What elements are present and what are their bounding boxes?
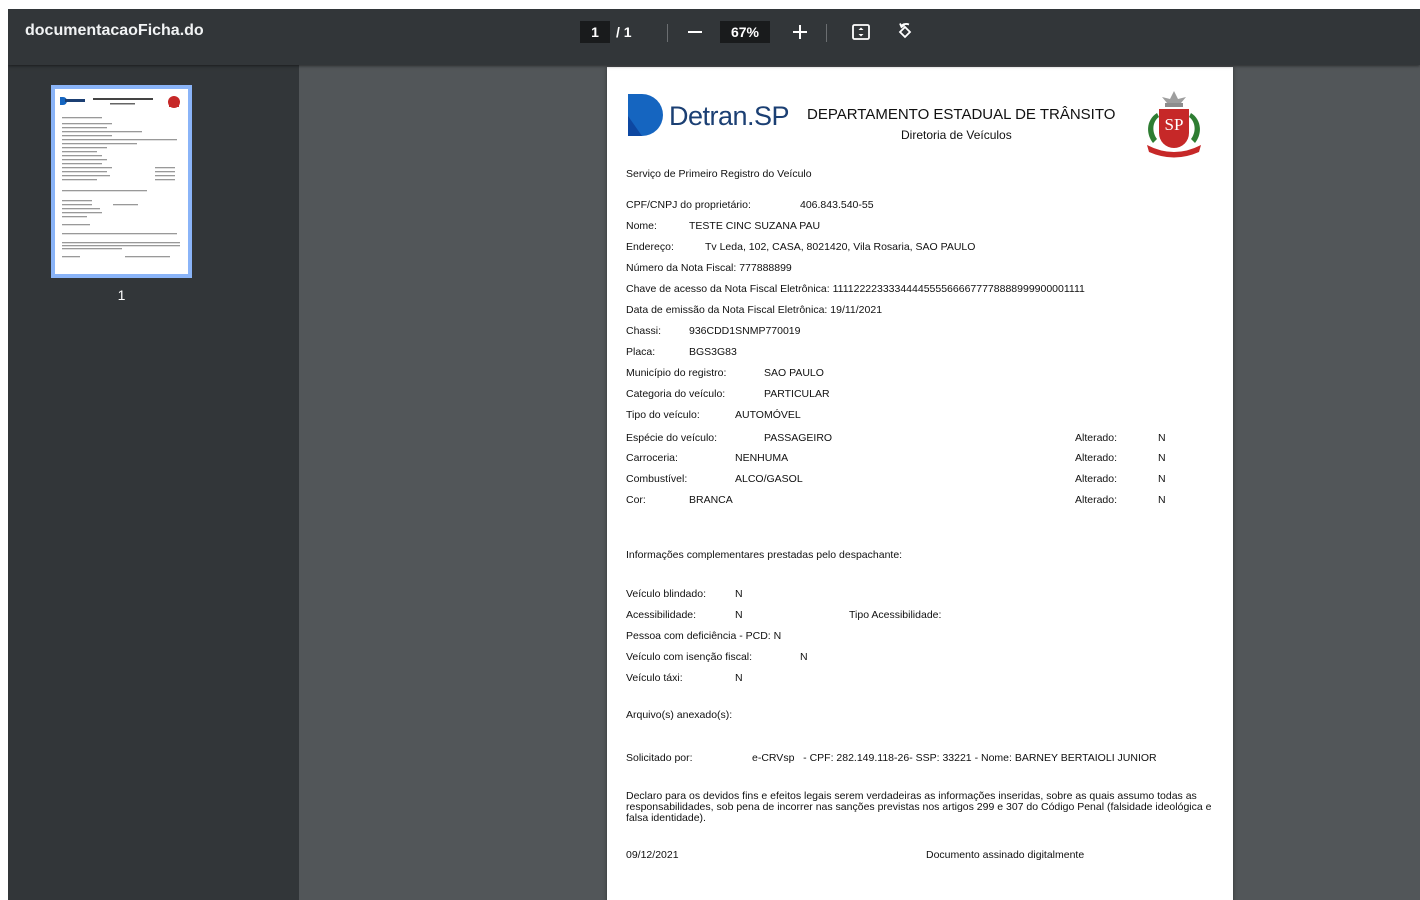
detran-logo-icon [628, 94, 663, 136]
digital-signature-note: Documento assinado digitalmente [926, 849, 1085, 861]
thumbnail-preview-icon [60, 96, 180, 258]
nome-value: TESTE CINC SUZANA PAU [689, 220, 821, 232]
document-title: documentacaoFicha.do [25, 22, 204, 39]
service-title: Serviço de Primeiro Registro do Veículo [626, 168, 812, 180]
alterado-label: Alterado: [1075, 494, 1118, 506]
toolbar-divider [826, 24, 827, 42]
taxi-value: N [735, 672, 743, 684]
zoom-out-button[interactable] [680, 17, 710, 47]
especie-value: PASSAGEIRO [764, 432, 833, 444]
requested-by-label: Solicitado por: [626, 752, 693, 764]
cpf-value: 406.843.540-55 [800, 199, 874, 211]
endereco-value: Tv Leda, 102, CASA, 8021420, Vila Rosari… [705, 241, 976, 253]
page-count: / 1 [616, 21, 632, 43]
municipio-value: SAO PAULO [764, 367, 824, 379]
sp-coat-of-arms-icon: SP [1147, 91, 1201, 158]
alterado-value: N [1158, 452, 1166, 464]
isencao-label: Veículo com isenção fiscal: [626, 651, 753, 663]
chassi-value: 936CDD1SNMP770019 [689, 325, 801, 337]
access-key: Chave de acesso da Nota Fiscal Eletrônic… [626, 283, 1085, 295]
tipo-value: AUTOMÓVEL [735, 409, 801, 421]
fit-page-icon [852, 24, 870, 40]
thumbnail-page-number: 1 [117, 287, 126, 303]
placa-label: Placa: [626, 346, 656, 358]
info-section-title: Informações complementares prestadas pel… [626, 549, 903, 561]
acessibilidade-value: N [735, 609, 743, 621]
cor-value: BRANCA [689, 494, 733, 506]
toolbar-divider [667, 24, 668, 42]
zoom-level-input[interactable]: 67% [720, 21, 770, 43]
page-number-input[interactable]: 1 [580, 21, 610, 43]
cpf-label: CPF/CNPJ do proprietário: [626, 199, 751, 211]
department-title: DEPARTAMENTO ESTADUAL DE TRÂNSITO [807, 106, 1116, 123]
viewer-toolbar: documentacaoFicha.do 1 / 1 67% [8, 9, 1420, 65]
alterado-label: Alterado: [1075, 452, 1118, 464]
directorate-subtitle: Diretoria de Veículos [901, 128, 1012, 142]
blindado-value: N [735, 588, 743, 600]
pdf-viewer-window: documentacaoFicha.do 1 / 1 67% 1 Detran.… [8, 9, 1420, 900]
alterado-value: N [1158, 432, 1166, 444]
rotate-button[interactable] [890, 17, 920, 47]
rotate-icon [898, 23, 912, 39]
isencao-value: N [800, 651, 808, 663]
issue-date: Data de emissão da Nota Fiscal Eletrônic… [626, 304, 883, 316]
tipo-label: Tipo do veículo: [626, 409, 700, 421]
especie-label: Espécie do veículo: [626, 432, 718, 444]
seal-text: SP [1165, 115, 1184, 134]
total-pages: 1 [623, 24, 632, 40]
nota-fiscal-number: Número da Nota Fiscal: 777888899 [626, 262, 792, 274]
placa-value: BGS3G83 [689, 346, 737, 358]
categoria-value: PARTICULAR [764, 388, 830, 400]
zoom-in-button[interactable] [785, 17, 815, 47]
cor-label: Cor: [626, 494, 646, 506]
legal-declaration: Declaro para os devidos fins e efeitos l… [626, 790, 1212, 824]
thumbnail-page-preview [55, 89, 188, 274]
pcd-line: Pessoa com deficiência - PCD: N [626, 630, 782, 642]
signature-date: 09/12/2021 [626, 849, 679, 861]
brand-name: Detran [669, 101, 748, 131]
thumbnail-sidebar: 1 [8, 65, 299, 900]
requested-by-value: e-CRVsp - CPF: 282.149.118-26- SSP: 3322… [752, 752, 1157, 764]
alterado-value: N [1158, 494, 1166, 506]
detran-logo: Detran.SP [669, 101, 790, 132]
taxi-label: Veículo táxi: [626, 672, 683, 684]
alterado-label: Alterado: [1075, 473, 1118, 485]
minus-icon [688, 31, 702, 33]
plus-icon [793, 25, 807, 39]
fit-page-button[interactable] [846, 17, 876, 47]
carroceria-label: Carroceria: [626, 452, 678, 464]
municipio-label: Município do registro: [626, 367, 727, 379]
carroceria-value: NENHUMA [735, 452, 789, 464]
nome-label: Nome: [626, 220, 657, 232]
pdf-page: Detran.SP DEPARTAMENTO ESTADUAL DE TRÂNS… [607, 67, 1233, 900]
page-separator: / [616, 24, 620, 40]
endereco-label: Endereço: [626, 241, 674, 253]
attachments-label: Arquivo(s) anexado(s): [626, 709, 733, 721]
categoria-label: Categoria do veículo: [626, 388, 726, 400]
document-viewer[interactable]: Detran.SP DEPARTAMENTO ESTADUAL DE TRÂNS… [299, 65, 1420, 900]
tipo-acessibilidade-label: Tipo Acessibilidade: [849, 609, 942, 621]
alterado-value: N [1158, 473, 1166, 485]
combustivel-value: ALCO/GASOL [735, 473, 803, 485]
alterado-label: Alterado: [1075, 432, 1118, 444]
page-thumbnail[interactable] [51, 85, 192, 278]
acessibilidade-label: Acessibilidade: [626, 609, 697, 621]
blindado-label: Veículo blindado: [626, 588, 706, 600]
combustivel-label: Combustível: [626, 473, 688, 485]
chassi-label: Chassi: [626, 325, 662, 337]
brand-suffix: .SP [747, 101, 790, 131]
